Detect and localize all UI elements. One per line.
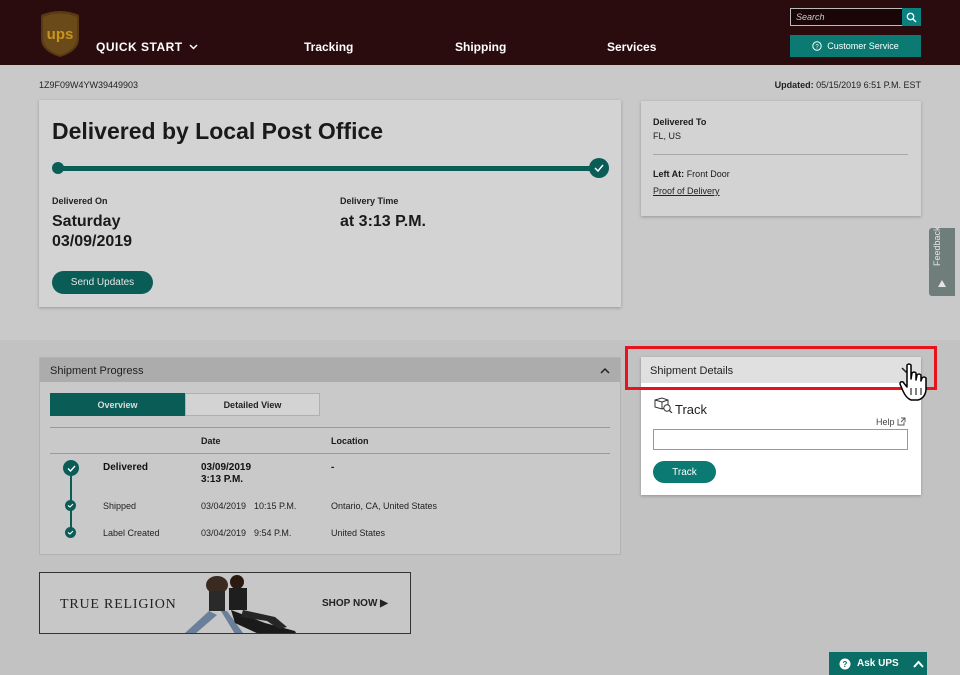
check-icon bbox=[594, 164, 604, 172]
column-header-location: Location bbox=[331, 436, 369, 446]
proof-of-delivery-link[interactable]: Proof of Delivery bbox=[653, 186, 720, 196]
shop-now-link[interactable]: SHOP NOW ▶ bbox=[322, 598, 388, 609]
tab-detailed-view[interactable]: Detailed View bbox=[185, 393, 320, 416]
updated-value: 05/15/2019 6:51 P.M. EST bbox=[816, 80, 921, 90]
divider bbox=[653, 154, 908, 155]
nav-shipping[interactable]: Shipping bbox=[455, 40, 506, 54]
table-divider bbox=[50, 427, 610, 428]
row-time: 9:54 P.M. bbox=[254, 528, 292, 538]
tracking-number-input[interactable] bbox=[653, 429, 908, 450]
shipment-progress-header[interactable]: Shipment Progress bbox=[40, 358, 620, 382]
row-date: 03/04/2019 bbox=[201, 528, 247, 538]
true-religion-ad[interactable]: TRUE RELIGION SHOP NOW ▶ bbox=[39, 572, 411, 634]
quick-start-label: QUICK START bbox=[96, 40, 183, 54]
customer-service-label: Customer Service bbox=[827, 41, 899, 51]
hand-pointer-icon bbox=[899, 363, 927, 401]
search-input[interactable]: Search bbox=[790, 8, 903, 26]
svg-text:?: ? bbox=[843, 660, 848, 669]
shipment-progress-panel: Shipment Progress Overview Detailed View… bbox=[39, 357, 621, 555]
track-button[interactable]: Track bbox=[653, 461, 716, 483]
track-title: Track bbox=[675, 402, 708, 417]
site-header: ups QUICK START Tracking Shipping Servic… bbox=[0, 0, 960, 65]
delivered-on-day: Saturday bbox=[52, 213, 121, 230]
help-circle-icon: ? bbox=[812, 41, 822, 51]
highlight-box bbox=[625, 346, 937, 390]
delivered-on-date: 03/09/2019 bbox=[52, 233, 133, 250]
left-at-value: Front Door bbox=[686, 169, 730, 179]
tab-overview[interactable]: Overview bbox=[50, 393, 185, 416]
ups-logo[interactable]: ups bbox=[39, 9, 81, 57]
column-header-date: Date bbox=[201, 436, 221, 446]
row-status: Shipped bbox=[103, 501, 137, 511]
left-at: Left At: Front Door bbox=[653, 169, 730, 179]
svg-text:ups: ups bbox=[47, 26, 74, 43]
updated-timestamp: Updated: 05/15/2019 6:51 P.M. EST bbox=[775, 80, 921, 90]
tracking-number: 1Z9F09W4YW39449903 bbox=[39, 80, 139, 90]
delivery-status-card: Delivered by Local Post Office Delivered… bbox=[39, 100, 621, 307]
row-location: Ontario, CA, United States bbox=[331, 501, 438, 511]
delivery-time-label: Delivery Time bbox=[340, 196, 399, 206]
feedback-label: Feedback bbox=[932, 226, 942, 266]
row-time: 3:13 P.M. bbox=[201, 474, 244, 485]
chevron-up-icon bbox=[912, 660, 924, 668]
row-date: 03/09/2019 bbox=[201, 462, 252, 473]
external-link-icon bbox=[897, 417, 906, 426]
help-circle-icon: ? bbox=[839, 658, 851, 669]
arrow-up-icon bbox=[938, 280, 946, 287]
timeline-check-icon bbox=[65, 527, 76, 538]
progress-bar bbox=[58, 166, 600, 171]
nav-services[interactable]: Services bbox=[607, 40, 656, 54]
delivered-on-label: Delivered On bbox=[52, 196, 108, 206]
ad-models-image bbox=[175, 573, 325, 633]
delivered-to-card: Delivered To FL, US Left At: Front Door … bbox=[641, 101, 921, 216]
shipment-progress-title: Shipment Progress bbox=[50, 365, 144, 377]
search-button[interactable] bbox=[902, 8, 921, 26]
row-date: 03/04/2019 bbox=[201, 501, 247, 511]
timeline-check-icon bbox=[63, 460, 79, 476]
feedback-tab[interactable]: Feedback bbox=[929, 226, 955, 296]
package-search-icon bbox=[654, 397, 673, 413]
delivered-to-value: FL, US bbox=[653, 131, 682, 141]
help-label: Help bbox=[876, 417, 895, 427]
ask-ups-button[interactable]: ? Ask UPS bbox=[829, 652, 927, 675]
row-status: Delivered bbox=[103, 462, 149, 473]
row-location: United States bbox=[331, 528, 386, 538]
ad-brand: TRUE RELIGION bbox=[60, 597, 177, 612]
row-time: 10:15 P.M. bbox=[254, 501, 297, 511]
customer-service-button[interactable]: ? Customer Service bbox=[790, 35, 921, 57]
timeline-check-icon bbox=[65, 500, 76, 511]
left-at-label: Left At: bbox=[653, 169, 685, 179]
quick-start-menu[interactable]: QUICK START bbox=[96, 40, 198, 54]
row-location: - bbox=[331, 462, 335, 473]
help-link[interactable]: Help bbox=[876, 417, 906, 427]
updated-label: Updated: bbox=[774, 80, 814, 90]
status-title: Delivered by Local Post Office bbox=[52, 118, 384, 144]
progress-complete-check bbox=[589, 158, 609, 178]
row-status: Label Created bbox=[103, 528, 160, 538]
send-updates-button[interactable]: Send Updates bbox=[52, 271, 153, 294]
table-divider bbox=[50, 453, 610, 454]
progress-start-dot bbox=[52, 162, 64, 174]
nav-tracking[interactable]: Tracking bbox=[304, 40, 353, 54]
chevron-down-icon bbox=[189, 44, 198, 50]
search-icon bbox=[906, 12, 917, 22]
chevron-up-icon[interactable] bbox=[600, 367, 610, 374]
ask-ups-label: Ask UPS bbox=[857, 658, 899, 669]
delivered-to-label: Delivered To bbox=[653, 117, 707, 127]
delivery-time-value: at 3:13 P.M. bbox=[340, 213, 426, 230]
